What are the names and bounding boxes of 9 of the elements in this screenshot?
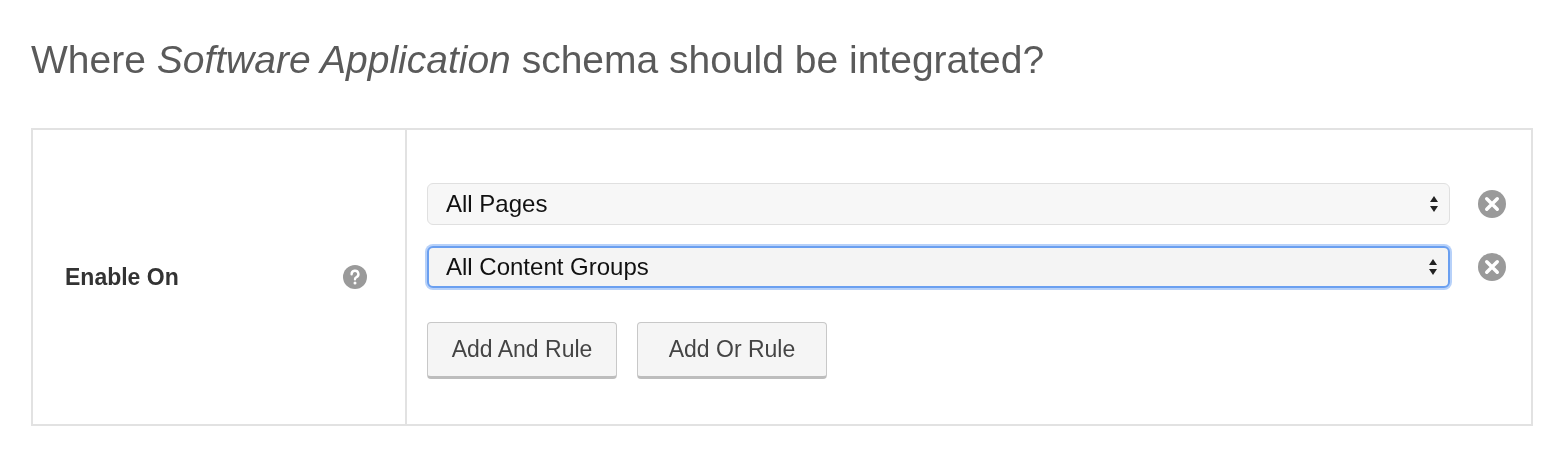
help-icon[interactable] [343,265,367,289]
rule-dropdown[interactable]: All Content Groups [427,246,1450,288]
section-heading: Where Software Application schema should be integrated? [31,37,1046,83]
add-rule-button[interactable]: Add And Rule [427,322,617,379]
add-rule-button[interactable]: Add Or Rule [637,322,827,379]
rule-dropdown[interactable]: All Pages [427,183,1450,225]
setting-label: Enable On [65,263,179,291]
remove-icon[interactable] [1478,190,1506,218]
remove-icon[interactable] [1478,253,1506,281]
